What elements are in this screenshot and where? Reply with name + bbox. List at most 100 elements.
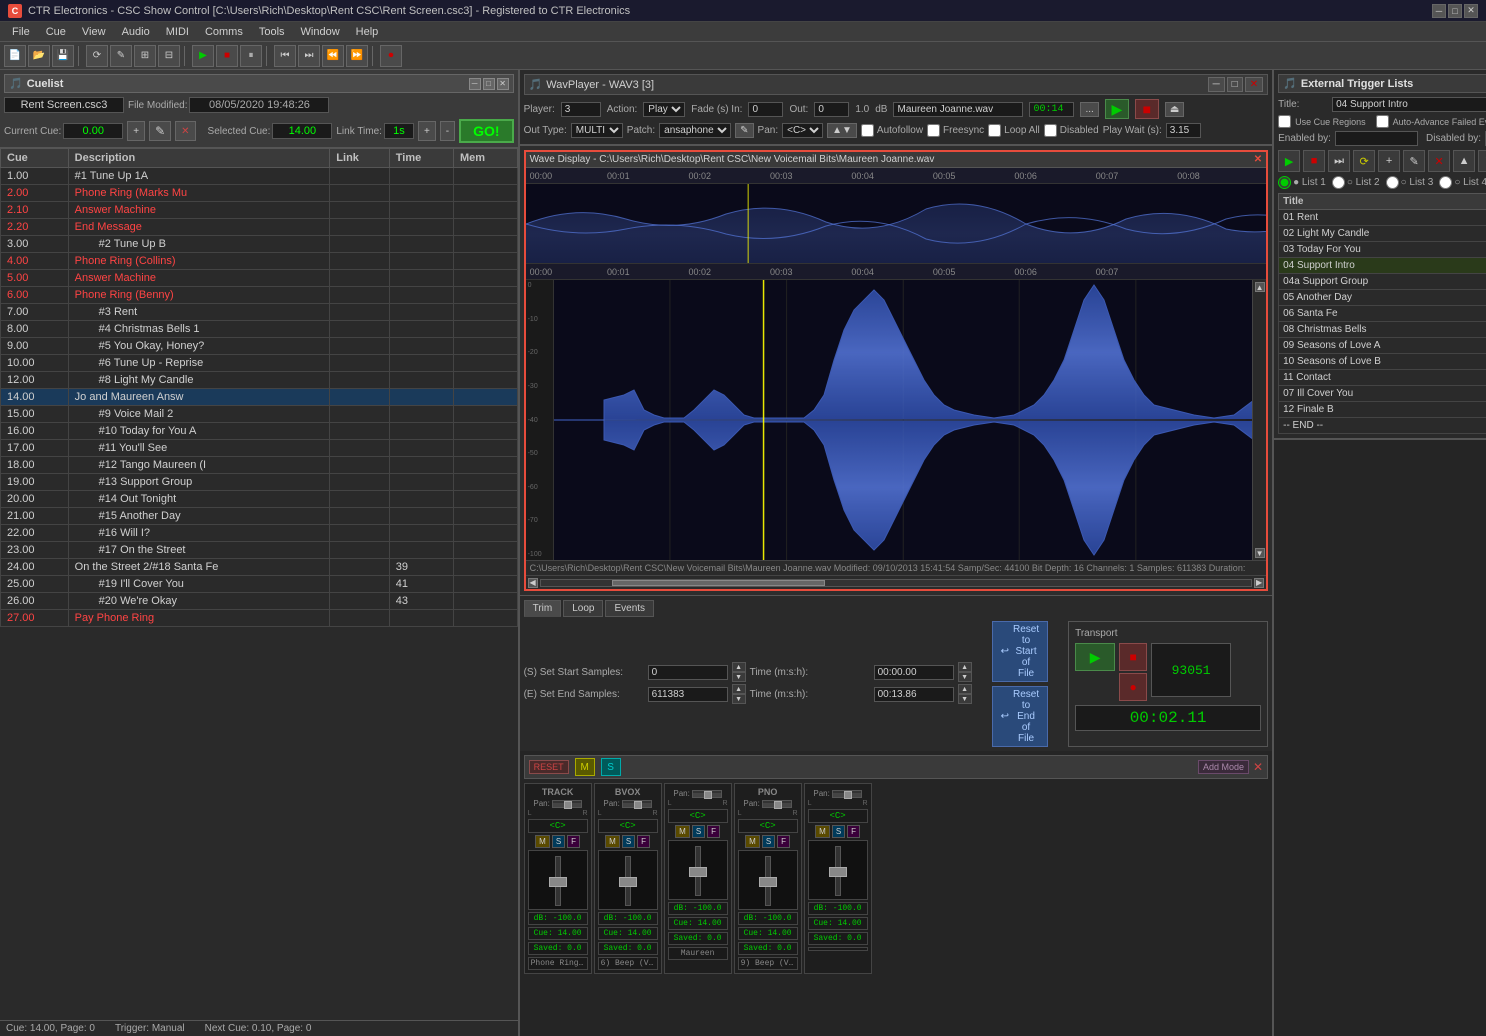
et-up-btn[interactable]: ▲ [1453, 150, 1475, 172]
patch-edit-btn[interactable]: ✎ [735, 123, 753, 138]
cuelist-close-btn[interactable]: ✕ [497, 78, 509, 90]
autofollow-checkbox[interactable] [861, 124, 874, 137]
table-row[interactable]: 23.00#17 On the Street [1, 542, 518, 559]
list3-radio[interactable] [1386, 176, 1399, 189]
table-row[interactable]: 19.00#13 Support Group [1, 474, 518, 491]
current-cue-input[interactable] [63, 123, 123, 139]
patch-select[interactable]: ansaphone [659, 123, 731, 138]
table-row[interactable]: 12.00#8 Light My Candle [1, 372, 518, 389]
wave-canvas-top[interactable] [526, 184, 1267, 264]
list3-option[interactable]: ○ List 3 [1386, 176, 1434, 189]
table-row[interactable]: 7.00#3 Rent [1, 304, 518, 321]
player-num-input[interactable] [561, 102, 601, 117]
cuelist-minimize-btn[interactable]: ─ [469, 78, 481, 90]
disabled-checkbox[interactable] [1044, 124, 1057, 137]
pan-knob-1[interactable] [622, 800, 652, 808]
fader-1[interactable] [598, 850, 658, 910]
toolbar-save[interactable]: 💾 [52, 45, 74, 67]
table-row[interactable]: 2.00Phone Ring (Marks Mu [1, 185, 518, 202]
minimize-button[interactable]: ─ [1432, 4, 1446, 18]
table-row[interactable]: 10.00#6 Tune Up - Reprise [1, 355, 518, 372]
table-row[interactable]: 5.00Answer Machine [1, 270, 518, 287]
menu-view[interactable]: View [74, 26, 114, 38]
menu-file[interactable]: File [4, 26, 38, 38]
et-down-btn[interactable]: ▼ [1478, 150, 1486, 172]
menu-tools[interactable]: Tools [251, 26, 293, 38]
fade-out-input[interactable] [814, 102, 849, 117]
toolbar-btn2[interactable]: ✎ [110, 45, 132, 67]
ch-m-btn-3[interactable]: M [745, 835, 760, 848]
wave-scrollbar-v[interactable]: ▲ ▼ [1252, 280, 1266, 560]
cuelist-maximize-btn[interactable]: □ [483, 78, 495, 90]
transport-play-btn[interactable]: ▶ [1075, 643, 1115, 671]
transport-stop-btn[interactable]: ■ [1119, 643, 1147, 671]
list-item[interactable]: -- END -- [1279, 418, 1486, 434]
list-item[interactable]: 05 Another Day505.00 [1279, 290, 1486, 306]
toolbar-btn3[interactable]: ⊞ [134, 45, 156, 67]
tab-events[interactable]: Events [605, 600, 654, 617]
wave-scrollbar-h[interactable]: ◀ ▶ [526, 575, 1267, 589]
table-row[interactable]: 15.00#9 Voice Mail 2 [1, 406, 518, 423]
table-row[interactable]: 14.00Jo and Maureen Answ [1, 389, 518, 406]
wave-display-close[interactable]: ✕ [1254, 154, 1262, 165]
toolbar-btn8[interactable]: ⏩ [346, 45, 368, 67]
enabled-by-input[interactable] [1335, 131, 1418, 146]
wp-stop-btn[interactable]: ■ [1135, 99, 1159, 119]
start-time-spin-down[interactable]: ▼ [958, 672, 972, 682]
list-item[interactable]: 02 Light My Candle502.00 [1279, 226, 1486, 242]
table-row[interactable]: 6.00Phone Ring (Benny) [1, 287, 518, 304]
close-button[interactable]: ✕ [1464, 4, 1478, 18]
fader-3[interactable] [738, 850, 798, 910]
master-m-btn[interactable]: M [575, 758, 595, 776]
list1-radio[interactable] [1278, 176, 1291, 189]
wave-canvas-main[interactable] [554, 280, 1253, 560]
selected-cue-input[interactable] [272, 123, 332, 139]
end-spin-up[interactable]: ▲ [732, 684, 746, 694]
table-row[interactable]: 8.00#4 Christmas Bells 1 [1, 321, 518, 338]
ch-m-btn-0[interactable]: M [535, 835, 550, 848]
link-dec-btn[interactable]: - [440, 121, 455, 141]
table-row[interactable]: 9.00#5 You Okay, Honey? [1, 338, 518, 355]
ch-s-btn-4[interactable]: S [832, 825, 845, 838]
start-spin-down[interactable]: ▼ [732, 672, 746, 682]
list4-option[interactable]: ○ List 4 [1439, 176, 1486, 189]
wp-close-btn[interactable]: ✕ [1245, 77, 1263, 92]
table-row[interactable]: 18.00#12 Tango Maureen (I [1, 457, 518, 474]
list-item[interactable]: 06 Santa Fe506.00 [1279, 306, 1486, 322]
fader-0[interactable] [528, 850, 588, 910]
list-item[interactable]: 12 Finale B512.00 [1279, 402, 1486, 418]
add-cue-btn[interactable]: + [127, 121, 145, 141]
toolbar-open[interactable]: 📂 [28, 45, 50, 67]
reset-end-btn[interactable]: ↩ Reset to End of File [992, 686, 1049, 747]
toolbar-btn7[interactable]: ⏪ [322, 45, 344, 67]
menu-cue[interactable]: Cue [38, 26, 74, 38]
end-time-input[interactable] [874, 687, 954, 702]
ch-s-btn-2[interactable]: S [692, 825, 705, 838]
et-title-input[interactable] [1332, 97, 1486, 112]
table-row[interactable]: 21.00#15 Another Day [1, 508, 518, 525]
list2-option[interactable]: ○ List 2 [1332, 176, 1380, 189]
list2-radio[interactable] [1332, 176, 1345, 189]
wp-eject-btn[interactable]: ⏏ [1165, 102, 1184, 117]
menu-midi[interactable]: MIDI [158, 26, 197, 38]
ch-m-btn-2[interactable]: M [675, 825, 690, 838]
go-button[interactable]: GO! [459, 119, 513, 143]
table-row[interactable]: 2.20End Message [1, 219, 518, 236]
table-row[interactable]: 25.00#19 I'll Cover You41 [1, 576, 518, 593]
fader-2[interactable] [668, 840, 728, 900]
action-select[interactable]: Play [643, 102, 685, 117]
table-row[interactable]: 26.00#20 We're Okay43 [1, 593, 518, 610]
list-item[interactable]: 08 Christmas Bells508.00 [1279, 322, 1486, 338]
transport-rec-btn[interactable]: ● [1119, 673, 1147, 701]
use-cue-regions-checkbox[interactable] [1278, 115, 1291, 128]
list-item[interactable]: 04 Support Intro503.10 [1279, 258, 1486, 274]
list-item[interactable]: 04a Support Group504.00 [1279, 274, 1486, 290]
et-delete-btn[interactable]: ✕ [1428, 150, 1450, 172]
pan-select[interactable]: <C> [782, 123, 823, 138]
toolbar-pause[interactable]: ⏸ [240, 45, 262, 67]
table-row[interactable]: 4.00Phone Ring (Collins) [1, 253, 518, 270]
pan-edit-btn[interactable]: ▲▼ [827, 123, 857, 138]
ch-f-btn-2[interactable]: F [707, 825, 720, 838]
table-row[interactable]: 17.00#11 You'll See [1, 440, 518, 457]
start-time-spin-up[interactable]: ▲ [958, 662, 972, 672]
